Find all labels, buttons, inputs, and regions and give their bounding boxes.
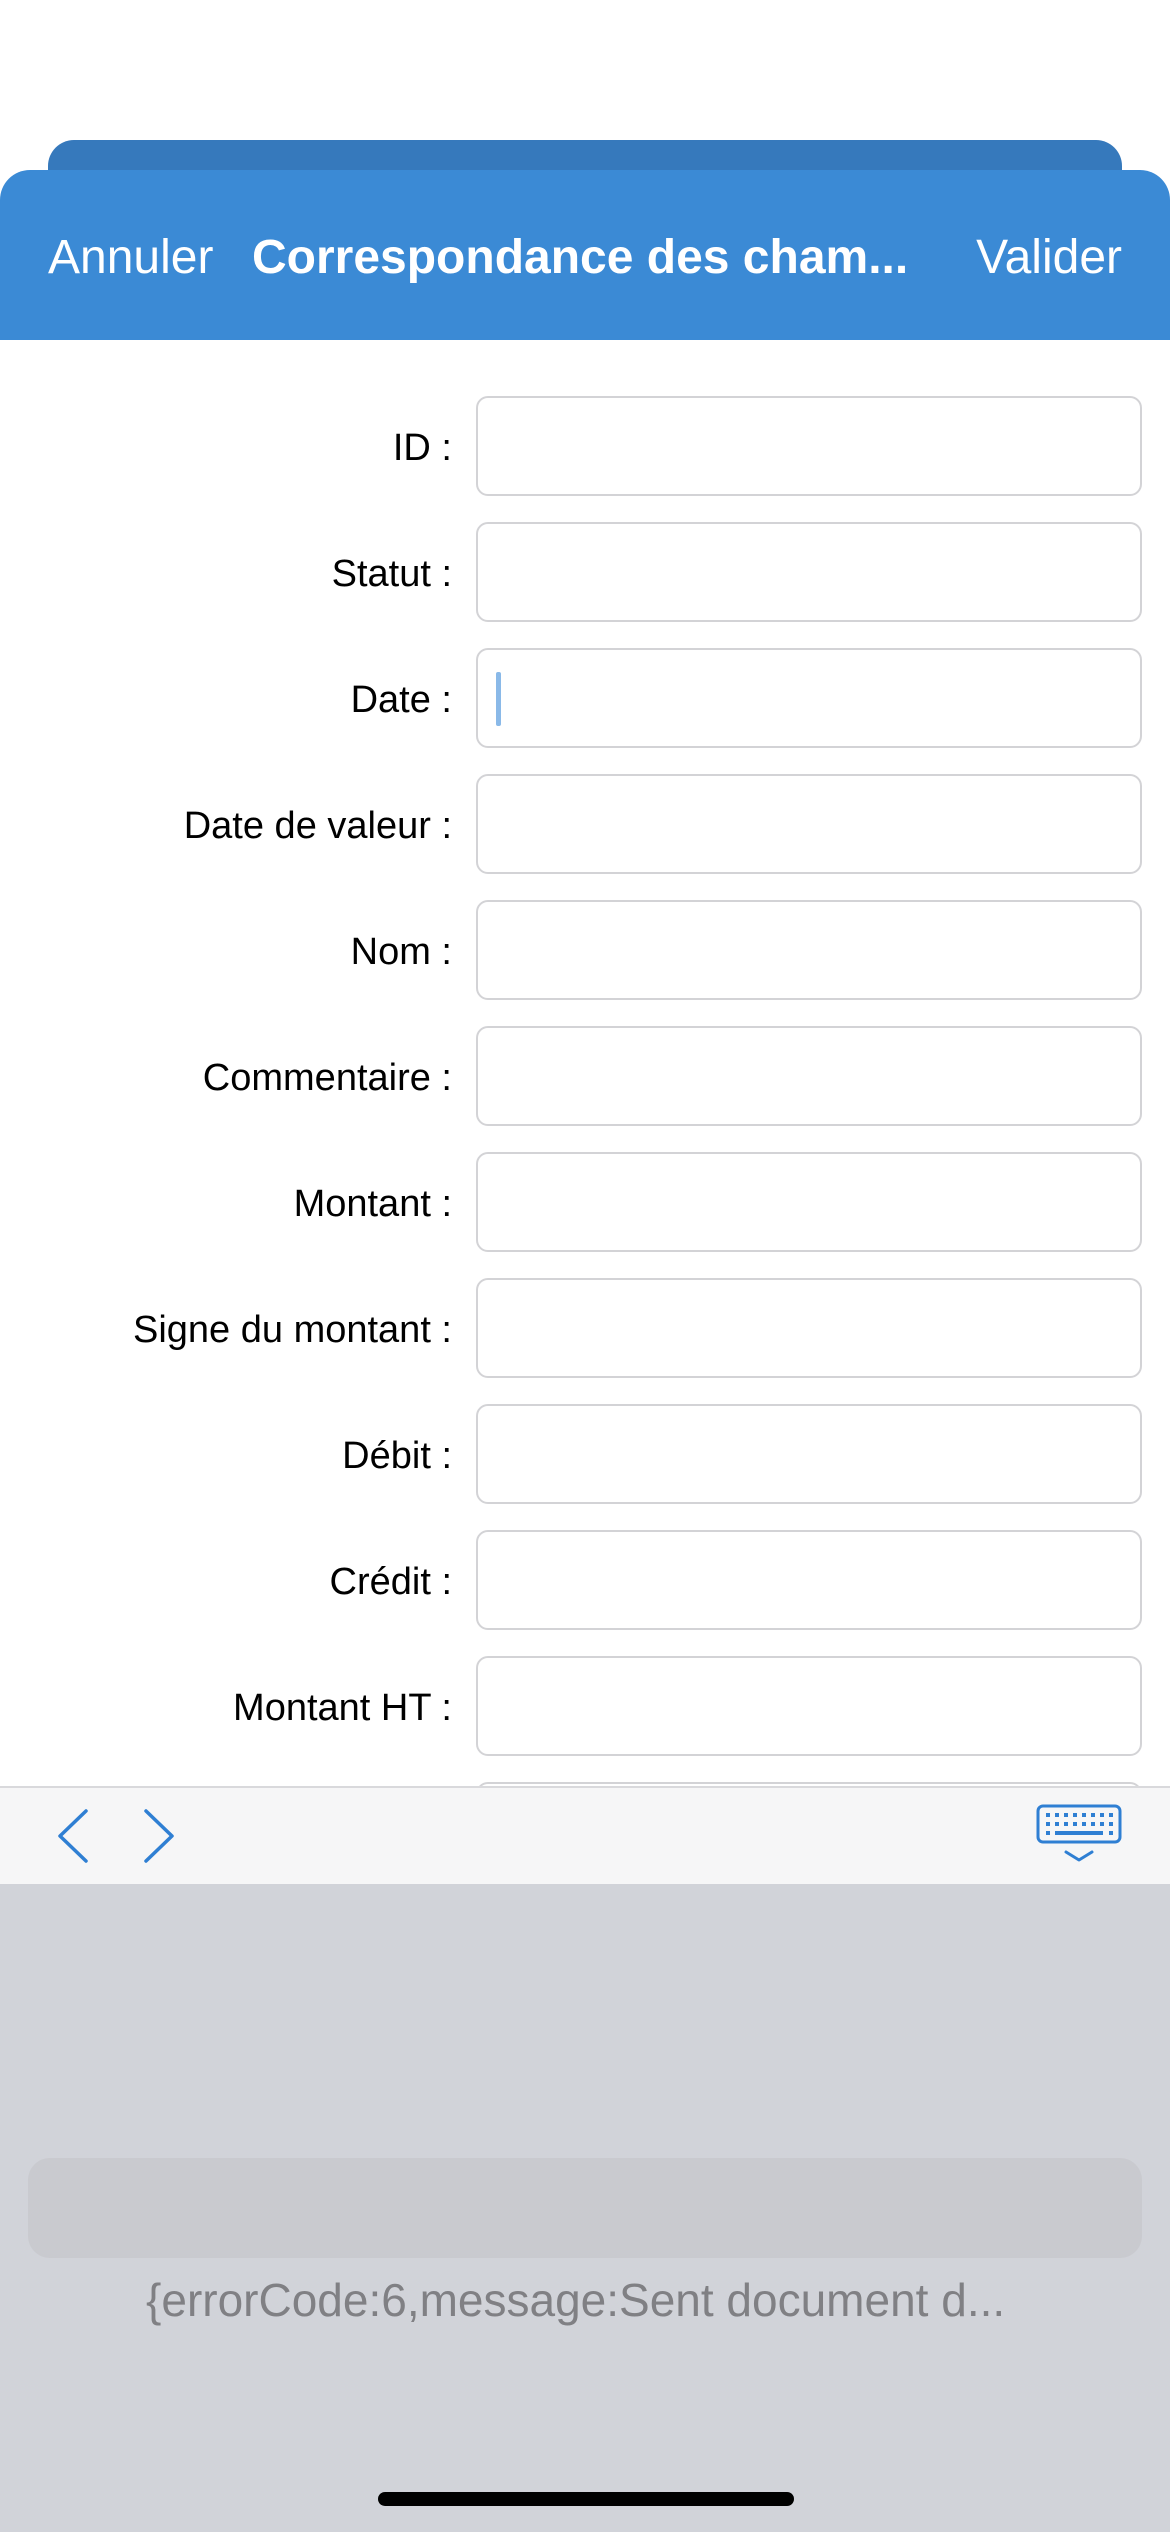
keyboard-area: {errorCode:6,message:Sent document d... bbox=[0, 1884, 1170, 2532]
validate-button[interactable]: Valider bbox=[976, 226, 1122, 290]
commentaire-field[interactable] bbox=[476, 1026, 1142, 1126]
dismiss-keyboard-button[interactable] bbox=[1034, 1802, 1124, 1868]
date-field[interactable] bbox=[476, 648, 1142, 748]
field-label: ID : bbox=[392, 427, 452, 469]
field-row-date: Date : bbox=[0, 648, 1170, 752]
field-row-debit: Débit : bbox=[0, 1404, 1170, 1508]
navigation-bar: Annuler Correspondance des cham... Valid… bbox=[0, 170, 1170, 340]
field-label: Nom : bbox=[350, 931, 452, 973]
cancel-button[interactable]: Annuler bbox=[48, 226, 213, 290]
keyboard-dismiss-icon bbox=[1036, 1804, 1122, 1862]
home-indicator[interactable] bbox=[378, 2492, 794, 2506]
status-bar-area bbox=[0, 0, 1170, 140]
debit-field[interactable] bbox=[476, 1404, 1142, 1504]
field-row-date-de-valeur: Date de valeur : bbox=[0, 774, 1170, 878]
statut-field[interactable] bbox=[476, 522, 1142, 622]
next-field-button[interactable] bbox=[136, 1806, 180, 1866]
id-field[interactable] bbox=[476, 396, 1142, 496]
field-label: Date de valeur : bbox=[183, 805, 452, 847]
field-row-commentaire: Commentaire : bbox=[0, 1026, 1170, 1130]
chevron-left-icon bbox=[58, 1809, 88, 1863]
suggestion-bar[interactable] bbox=[28, 2158, 1142, 2258]
field-row-montant: Montant : bbox=[0, 1152, 1170, 1256]
field-row-statut: Statut : bbox=[0, 522, 1170, 626]
field-label: Commentaire : bbox=[202, 1057, 452, 1099]
text-cursor bbox=[496, 672, 501, 726]
field-label: Statut : bbox=[331, 553, 452, 595]
montant-field[interactable] bbox=[476, 1152, 1142, 1252]
field-label: Date : bbox=[350, 679, 452, 721]
signe-du-montant-field[interactable] bbox=[476, 1278, 1142, 1378]
field-label: Montant HT : bbox=[233, 1687, 452, 1729]
field-row-montant-ht: Montant HT : bbox=[0, 1656, 1170, 1760]
field-row-nom: Nom : bbox=[0, 900, 1170, 1004]
montant-ht-field[interactable] bbox=[476, 1656, 1142, 1756]
field-label: Crédit : bbox=[329, 1561, 452, 1603]
keyboard-toolbar bbox=[0, 1786, 1170, 1884]
field-mapping-form: ID : Statut : Date : Date de valeur : No… bbox=[0, 340, 1170, 1786]
field-label: Débit : bbox=[342, 1435, 452, 1477]
nom-field[interactable] bbox=[476, 900, 1142, 1000]
field-label: Signe du montant : bbox=[133, 1309, 452, 1351]
date-de-valeur-field[interactable] bbox=[476, 774, 1142, 874]
page-title: Correspondance des cham... bbox=[252, 231, 909, 284]
chevron-right-icon bbox=[144, 1809, 174, 1863]
field-label: Montant : bbox=[293, 1183, 452, 1225]
field-row-id: ID : bbox=[0, 396, 1170, 500]
field-row-credit: Crédit : bbox=[0, 1530, 1170, 1634]
error-message: {errorCode:6,message:Sent document d... bbox=[146, 2274, 1006, 2326]
previous-field-button[interactable] bbox=[52, 1806, 96, 1866]
field-row-signe-du-montant: Signe du montant : bbox=[0, 1278, 1170, 1382]
credit-field[interactable] bbox=[476, 1530, 1142, 1630]
